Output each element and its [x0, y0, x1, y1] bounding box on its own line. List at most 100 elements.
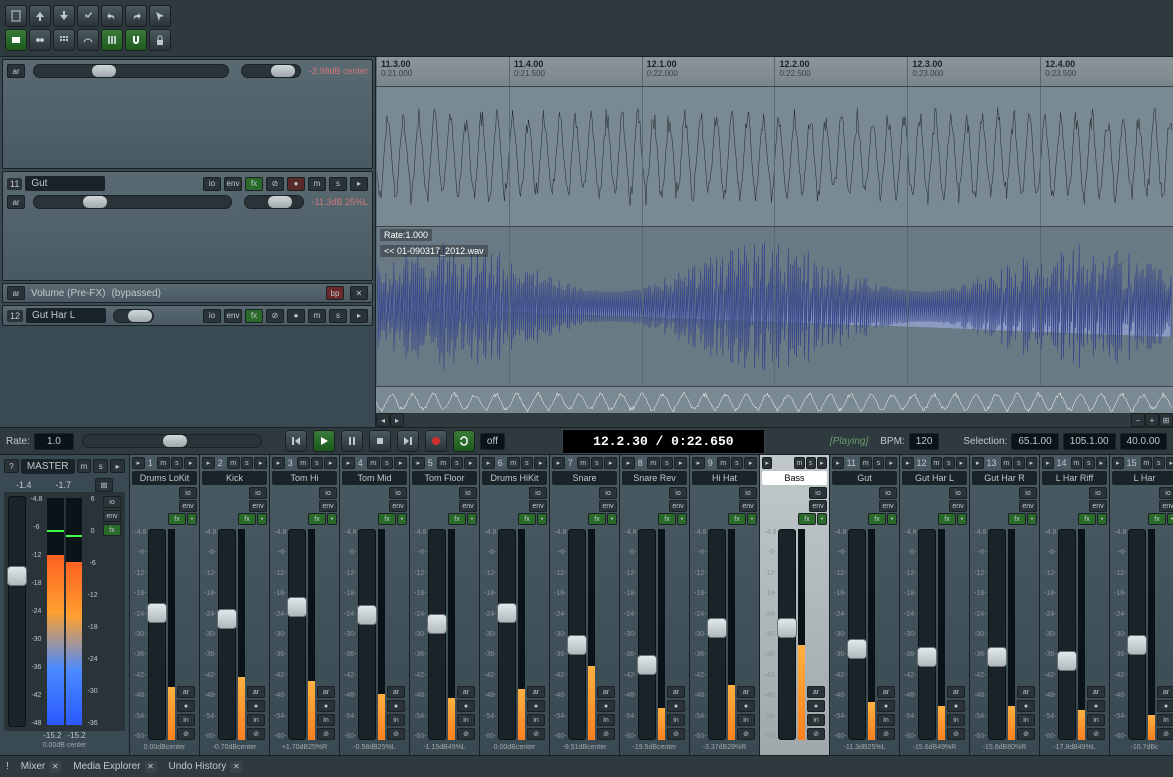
env-button[interactable]: env: [1019, 500, 1037, 512]
channel-strip[interactable]: ▸12ms▸ Gut Har L io env fx• -4.8-6--12--…: [900, 455, 970, 755]
folder-icon[interactable]: ▸: [762, 457, 772, 469]
phase-button[interactable]: ⊘: [597, 728, 615, 740]
open-button[interactable]: [29, 5, 51, 27]
ruler-mark[interactable]: 12.2.000:22.500: [774, 57, 907, 86]
in-button[interactable]: in: [177, 714, 195, 726]
fx-dot[interactable]: •: [887, 513, 897, 525]
ar-button[interactable]: ar: [877, 686, 895, 698]
solo-button[interactable]: s: [381, 457, 394, 469]
expand-button[interactable]: ▸: [350, 177, 368, 191]
volume-fader[interactable]: [568, 529, 586, 740]
mute-button[interactable]: m: [157, 457, 170, 469]
rec-button[interactable]: ●: [177, 700, 195, 712]
rec-button[interactable]: ●: [1087, 700, 1105, 712]
phase-button[interactable]: ⊘: [807, 728, 825, 740]
tool-5[interactable]: [101, 29, 123, 51]
time-display[interactable]: 12.2.30 / 0:22.650: [562, 429, 764, 454]
mute-button[interactable]: m: [308, 309, 326, 323]
mute-button[interactable]: m: [577, 457, 590, 469]
io-button[interactable]: io: [1089, 487, 1107, 499]
env-button[interactable]: env: [949, 500, 967, 512]
channel-strip[interactable]: ▸15ms▸ L Har io env fx• -4.8-6--12--18--…: [1110, 455, 1173, 755]
phase-button[interactable]: ⊘: [177, 728, 195, 740]
channel-strip[interactable]: ▸14ms▸ L Har Riff io env fx• -4.8-6--12-…: [1040, 455, 1110, 755]
rec-button[interactable]: ●: [1017, 700, 1035, 712]
channel-name[interactable]: Hi Hat: [692, 471, 757, 485]
phase-button[interactable]: ⊘: [1087, 728, 1105, 740]
ar-button[interactable]: ar: [737, 686, 755, 698]
tabs-toggle[interactable]: !: [6, 761, 9, 772]
zoom-in-button[interactable]: +: [1145, 413, 1159, 427]
ar-button[interactable]: ar: [387, 686, 405, 698]
track-name[interactable]: Gut: [25, 176, 105, 191]
solo-button[interactable]: s: [1013, 457, 1025, 469]
solo-button[interactable]: s: [521, 457, 534, 469]
solo-button[interactable]: s: [311, 457, 324, 469]
channel-name[interactable]: Snare: [552, 471, 617, 485]
scroll-left-button[interactable]: ◂: [376, 413, 390, 427]
fx-dot[interactable]: •: [397, 513, 407, 525]
pan-slider[interactable]: [241, 64, 301, 78]
in-button[interactable]: in: [667, 714, 685, 726]
channel-strip[interactable]: ▸2ms▸ Kick io env fx• -4.8-6--12--18--24…: [200, 455, 270, 755]
in-button[interactable]: in: [387, 714, 405, 726]
waveform-lane[interactable]: [376, 87, 1173, 227]
fx-dot[interactable]: •: [1097, 513, 1107, 525]
expand-button[interactable]: ▸: [1096, 457, 1108, 469]
mute-button[interactable]: m: [297, 457, 310, 469]
phase-button[interactable]: ⊘: [387, 728, 405, 740]
expand-button[interactable]: ▸: [350, 309, 368, 323]
solo-button[interactable]: s: [661, 457, 674, 469]
env-button[interactable]: env: [529, 500, 547, 512]
fx-dot[interactable]: •: [1167, 513, 1173, 525]
channel-name[interactable]: Drums HiKit: [482, 471, 547, 485]
selection-start[interactable]: 65.1.00: [1011, 433, 1058, 450]
mute-button[interactable]: m: [227, 457, 240, 469]
folder-icon[interactable]: ▸: [552, 457, 565, 469]
mute-button[interactable]: m: [860, 457, 872, 469]
tool-1[interactable]: [5, 29, 27, 51]
env-button[interactable]: env: [459, 500, 477, 512]
folder-icon[interactable]: ▸: [482, 457, 495, 469]
ar-button[interactable]: ar: [1087, 686, 1105, 698]
rec-button[interactable]: ●: [457, 700, 475, 712]
fx-dot[interactable]: •: [1027, 513, 1037, 525]
close-icon[interactable]: ✕: [145, 761, 157, 773]
play-button[interactable]: [313, 430, 335, 452]
channel-name[interactable]: Snare Rev: [622, 471, 687, 485]
volume-fader[interactable]: [428, 529, 446, 740]
ar-button[interactable]: ar: [947, 686, 965, 698]
rec-button[interactable]: ●: [947, 700, 965, 712]
zoom-fit-button[interactable]: ⊞: [1159, 413, 1173, 427]
docker-tab[interactable]: Undo History✕: [169, 761, 243, 773]
channel-strip[interactable]: ▸11ms▸ Gut io env fx• -4.8-6--12--18--24…: [830, 455, 900, 755]
volume-fader[interactable]: [638, 529, 656, 740]
fx-button[interactable]: fx: [938, 513, 956, 525]
expand-button[interactable]: ▸: [464, 457, 477, 469]
envelope-row[interactable]: ar Volume (Pre-FX) (bypassed) bp ✕: [2, 283, 373, 303]
scroll-right-button[interactable]: ▸: [390, 413, 404, 427]
ar-button[interactable]: ar: [1157, 686, 1173, 698]
ar-button[interactable]: ar: [317, 686, 335, 698]
ruler-mark[interactable]: 12.4.000:23.500: [1040, 57, 1173, 86]
track-row[interactable]: ar -3.98dB center: [2, 59, 373, 169]
volume-fader[interactable]: [988, 529, 1006, 740]
fx-button[interactable]: fx: [308, 513, 326, 525]
rec-button[interactable]: ●: [667, 700, 685, 712]
fx-button[interactable]: fx: [728, 513, 746, 525]
fx-button[interactable]: fx: [1078, 513, 1096, 525]
track-row[interactable]: 12 Gut Har L io env fx ⊘ ● m s ▸: [2, 305, 373, 326]
folder-icon[interactable]: ▸: [1042, 457, 1054, 469]
io-button[interactable]: io: [599, 487, 617, 499]
solo-button[interactable]: s: [241, 457, 254, 469]
channel-strip[interactable]: ▸9ms▸ Hi Hat io env fx• -4.8-6--12--18--…: [690, 455, 760, 755]
ar-button[interactable]: ar: [177, 686, 195, 698]
phase-button[interactable]: ⊘: [247, 728, 265, 740]
docker-tab[interactable]: Mixer✕: [21, 761, 61, 773]
fx-dot[interactable]: •: [327, 513, 337, 525]
channel-name[interactable]: Gut: [832, 471, 897, 485]
rec-button[interactable]: ●: [597, 700, 615, 712]
in-button[interactable]: in: [807, 714, 825, 726]
rate-field[interactable]: 1.0: [34, 433, 74, 450]
fx-dot[interactable]: •: [537, 513, 547, 525]
